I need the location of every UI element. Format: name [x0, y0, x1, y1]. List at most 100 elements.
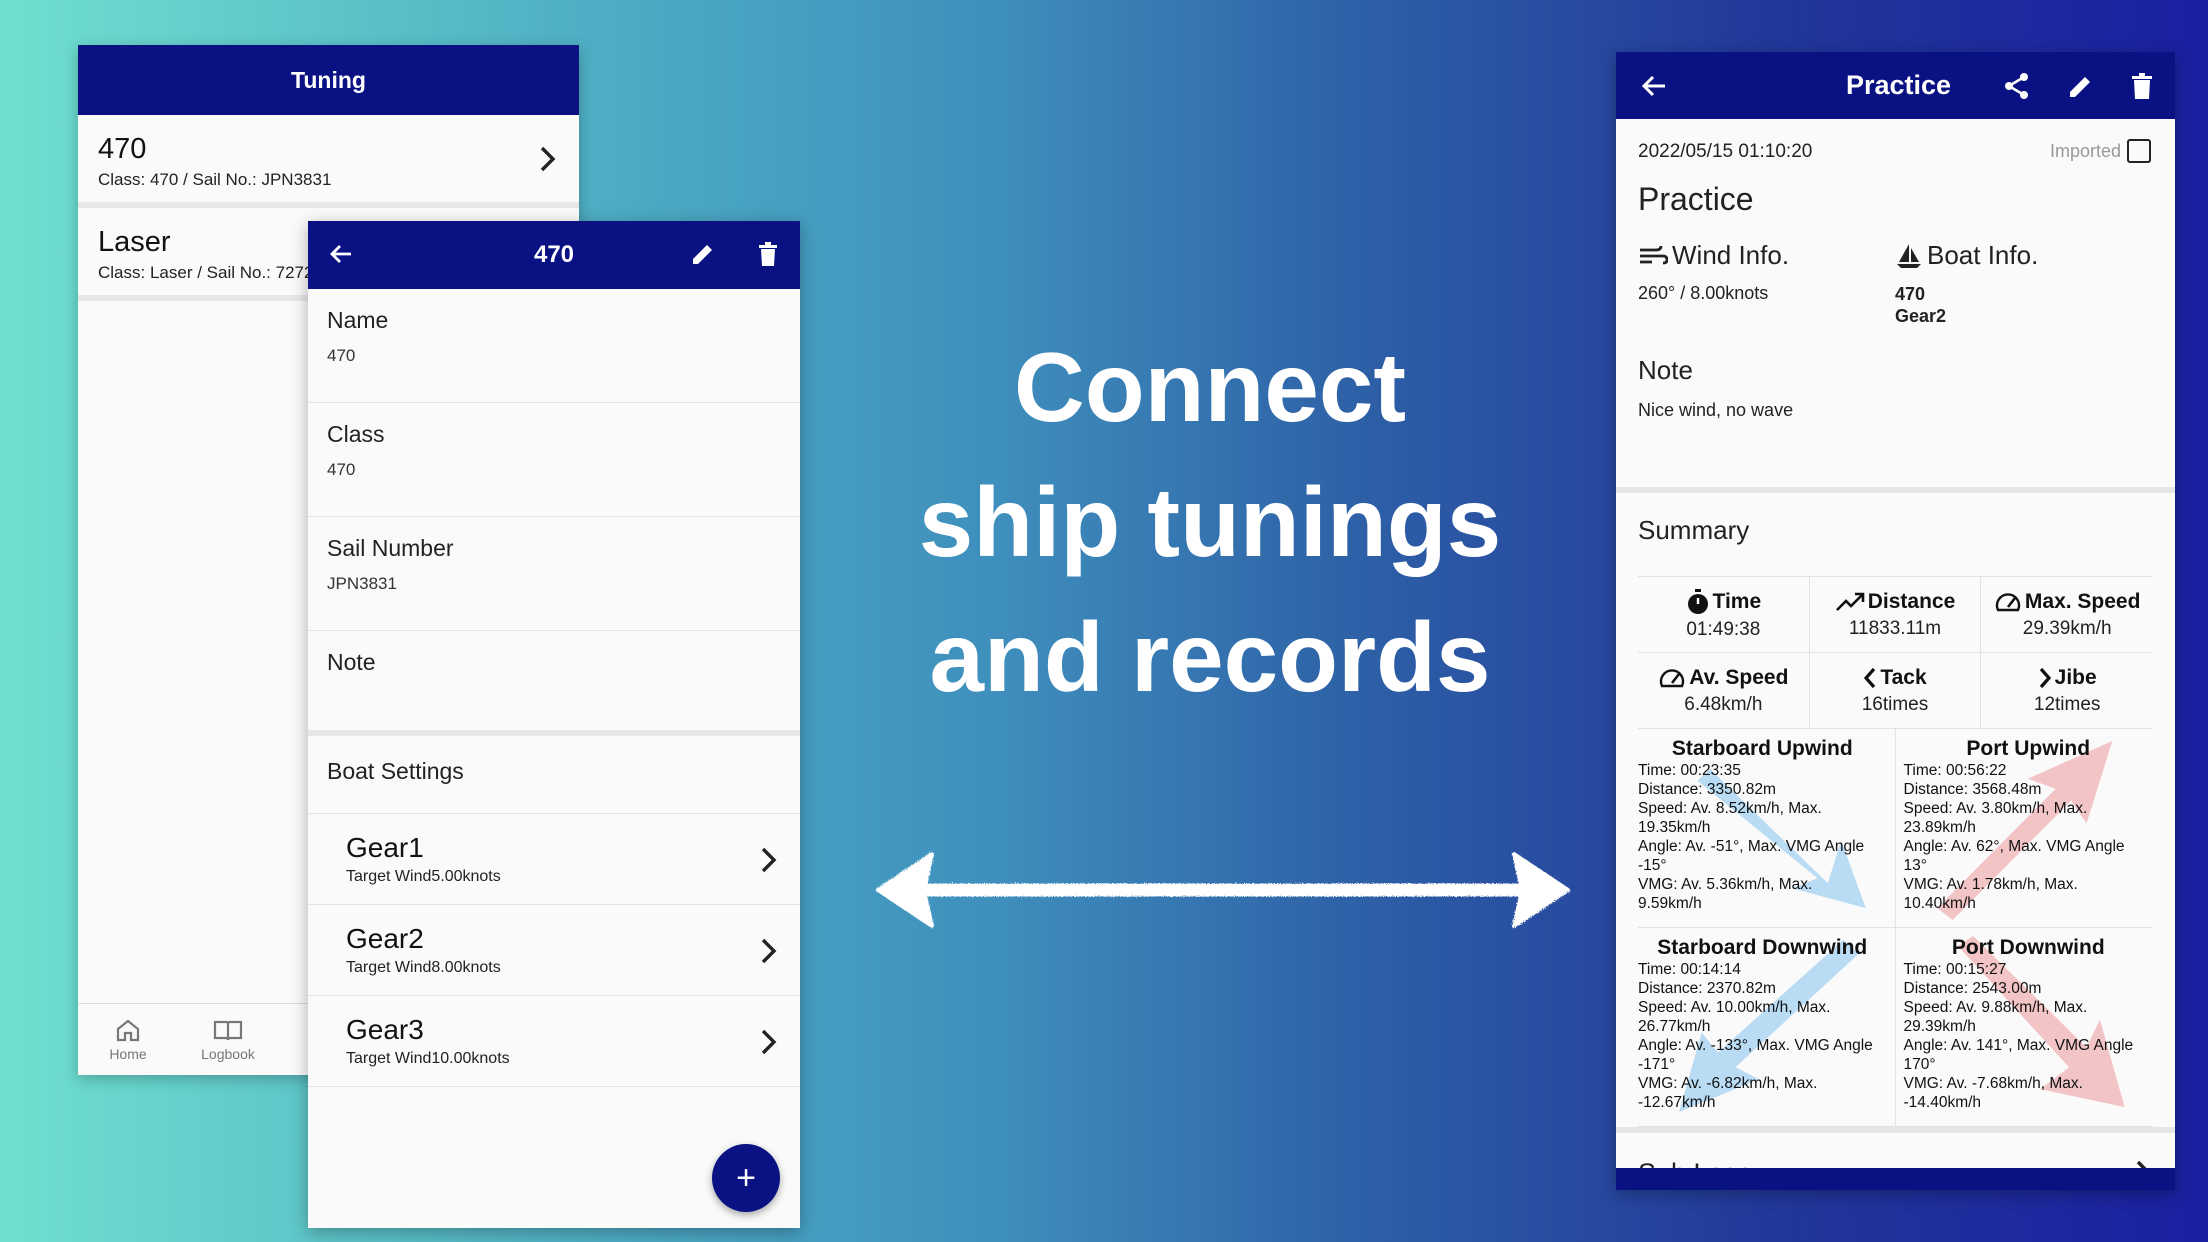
chevron-left-icon [1864, 667, 1876, 688]
back-button[interactable] [1640, 72, 1668, 100]
leg-line: Distance: 3568.48m [1903, 781, 2042, 798]
practice-screen: Practice 2022/05/15 01:10:20 Imported Pr… [1616, 52, 2175, 1190]
gear-name: Gear2 [346, 923, 424, 954]
leg-line: VMG: Av. -6.82km/h, Max. [1638, 1075, 1818, 1092]
stat-value: 12times [2033, 693, 2101, 715]
leg-line: VMG: Av. 1.78km/h, Max. [1903, 876, 2078, 893]
stat-label: Jibe [2054, 665, 2097, 689]
leg-line: 13° [1903, 857, 1927, 874]
stat-distance: Distance 11833.11m [1809, 577, 1982, 653]
chevron-right-icon [2039, 667, 2051, 688]
gear-row-1[interactable]: Gear1 Target Wind5.00knots [308, 814, 800, 905]
stopwatch-icon [1687, 588, 1708, 614]
nav-label: Logbook [201, 1045, 255, 1062]
leg-line: Speed: Av. 8.52km/h, Max. [1638, 800, 1822, 817]
arrow-left-icon [1641, 75, 1665, 97]
pencil-icon [693, 245, 712, 264]
class-field: Class 470 [308, 403, 800, 517]
tuning-app-bar: Tuning [78, 45, 579, 115]
field-label: Sail Number [327, 535, 454, 561]
leg-line: VMG: Av. -7.68km/h, Max. [1903, 1075, 2083, 1092]
page-title: Tuning [291, 66, 366, 93]
gear-name: Gear3 [346, 1014, 424, 1045]
add-gear-button[interactable]: + [712, 1144, 780, 1212]
leg-line: Time: 00:14:14 [1638, 961, 1741, 978]
leg-line: -171° [1638, 1056, 1676, 1073]
nav-home[interactable]: Home [78, 1004, 178, 1075]
leg-port-downwind: Port Downwind Time: 00:15:27 Distance: 2… [1895, 928, 2153, 1127]
boat-info-label: Boat Info. [1927, 240, 2039, 270]
leg-line: 19.35km/h [1638, 819, 1711, 836]
leg-title: Port Downwind [1951, 936, 2105, 959]
leg-line: Distance: 3350.82m [1638, 781, 1776, 798]
stat-value: 11833.11m [1848, 617, 1942, 639]
leg-line: 9.59km/h [1638, 895, 1702, 912]
tuning-detail-screen: 470 Name 470 Class 470 Sail Number JPN38… [308, 221, 800, 1228]
leg-line: -12.67km/h [1638, 1094, 1716, 1111]
stat-jibe: Jibe 12times [1981, 653, 2153, 729]
delete-button[interactable] [756, 241, 780, 267]
bottom-bar [1616, 1168, 2175, 1190]
wind-info-heading: Wind Info. [1638, 240, 1895, 271]
gear-row-2[interactable]: Gear2 Target Wind8.00knots [308, 905, 800, 996]
tuning-list-item-470[interactable]: 470 Class: 470 / Sail No.: JPN3831 [78, 115, 579, 208]
leg-line: Distance: 2543.00m [1903, 980, 2042, 997]
name-field: Name 470 [308, 289, 800, 403]
boat-info: Boat Info. 470 Gear2 [1895, 240, 2152, 327]
sail-number-field: Sail Number JPN3831 [308, 517, 800, 631]
leg-line: Speed: Av. 9.88km/h, Max. [1903, 999, 2088, 1016]
boat-gear: Gear2 [1895, 306, 1947, 326]
gear-row-3[interactable]: Gear3 Target Wind10.00knots [308, 996, 800, 1087]
field-label: Name [327, 307, 389, 333]
chevron-right-icon [761, 847, 777, 873]
share-button[interactable] [2003, 72, 2031, 100]
gear-name: Gear1 [346, 832, 424, 863]
imported-label: Imported [2049, 140, 2121, 161]
stat-value: 01:49:38 [1686, 618, 1761, 640]
leg-title: Starboard Downwind [1657, 936, 1868, 959]
trash-icon [2132, 73, 2152, 99]
stat-label: Distance [1867, 589, 1956, 613]
boat-name: 470 [1895, 284, 1926, 304]
imported-checkbox[interactable]: Imported [2050, 139, 2151, 163]
sailboat-icon [1897, 243, 1921, 268]
leg-line: 23.89km/h [1903, 819, 1976, 836]
stat-tack: Tack 16times [1809, 653, 1982, 729]
nav-logbook[interactable]: Logbook [178, 1004, 278, 1075]
leg-line: -14.40km/h [1903, 1094, 1982, 1111]
leg-line: Angle: Av. -51°, Max. VMG Angle [1638, 838, 1865, 855]
tuning-detail: Class: 470 / Sail No.: JPN3831 [98, 170, 332, 189]
leg-line: 170° [1903, 1056, 1936, 1073]
leg-line: Time: 00:15:27 [1903, 961, 2007, 978]
book-icon [213, 1020, 243, 1040]
leg-line: Time: 00:56:22 [1903, 762, 2007, 779]
checkbox-icon [2127, 139, 2151, 163]
leg-grid: Starboard Upwind Time: 00:23:35 Distance… [1638, 729, 2153, 1127]
leg-line: -15° [1638, 857, 1667, 874]
chevron-right-icon [761, 938, 777, 964]
speedometer-icon [1995, 592, 2021, 611]
delete-button[interactable] [2129, 72, 2155, 100]
chevron-right-icon [540, 146, 556, 172]
headline: Connect ship tunings and records [870, 320, 1550, 725]
leg-title: Starboard Upwind [1671, 737, 1853, 760]
edit-button[interactable] [690, 241, 716, 267]
page-title: 470 [533, 241, 575, 268]
trend-icon [1835, 592, 1865, 611]
leg-line: 29.39km/h [1903, 1018, 1976, 1035]
headline-line: ship tunings [918, 467, 1502, 577]
stat-label: Tack [1880, 665, 1927, 689]
leg-line: Time: 00:23:35 [1638, 762, 1741, 779]
chevron-right-icon [761, 1029, 777, 1055]
detail-app-bar: 470 [308, 221, 800, 289]
leg-starboard-upwind: Starboard Upwind Time: 00:23:35 Distance… [1638, 729, 1896, 928]
field-value: JPN3831 [327, 574, 397, 593]
leg-line: VMG: Av. 5.36km/h, Max. [1638, 876, 1813, 893]
leg-line: 26.77km/h [1638, 1018, 1711, 1035]
edit-button[interactable] [2067, 72, 2095, 100]
note-label: Note [1638, 355, 1693, 385]
wind-info-label: Wind Info. [1672, 240, 1790, 270]
headline-line: and records [929, 602, 1491, 712]
stat-value: 29.39km/h [2022, 617, 2112, 639]
stat-time: Time 01:49:38 [1638, 577, 1810, 653]
